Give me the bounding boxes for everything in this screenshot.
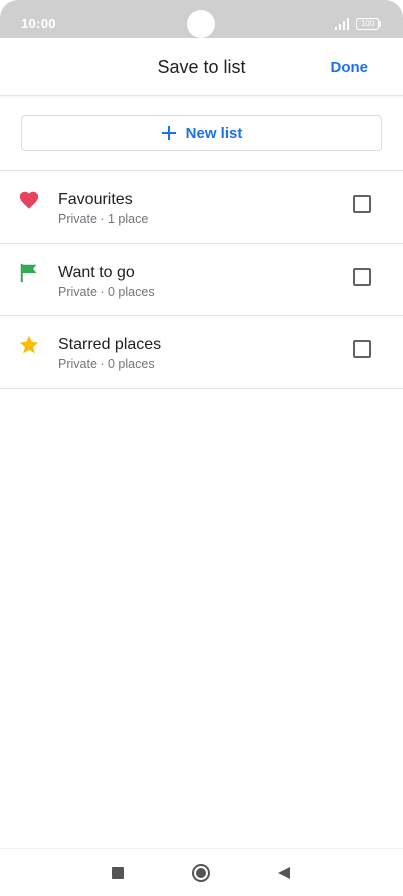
camera-notch xyxy=(187,10,215,38)
list-subtitle: Private · 0 places xyxy=(58,284,155,299)
back-icon[interactable] xyxy=(277,866,291,880)
recents-icon[interactable] xyxy=(112,867,124,879)
done-button[interactable]: Done xyxy=(331,59,369,76)
list-item-favourites[interactable]: Favourites Private · 1 place xyxy=(0,171,403,244)
list-title: Favourites xyxy=(58,191,133,208)
signal-icon xyxy=(335,18,349,30)
list-subtitle: Private · 0 places xyxy=(58,357,155,371)
flag-icon xyxy=(20,263,37,282)
list-title: Want to go xyxy=(58,263,135,281)
battery-level: 100 xyxy=(360,19,375,28)
checkbox-starred-places[interactable] xyxy=(353,340,371,358)
status-bar: 10:00 100 xyxy=(0,0,403,38)
status-time: 10:00 xyxy=(21,16,56,31)
plus-icon xyxy=(161,126,176,140)
list-item-want-to-go[interactable]: Want to go Private · 0 places xyxy=(0,244,403,316)
saved-lists: Favourites Private · 1 place Want to go … xyxy=(0,170,403,389)
app-header: Save to list Done xyxy=(0,38,403,96)
star-icon xyxy=(19,335,39,354)
list-subtitle: Private · 1 place xyxy=(58,212,149,226)
home-icon[interactable] xyxy=(192,864,210,882)
checkbox-favourites[interactable] xyxy=(353,195,371,213)
heart-icon xyxy=(19,191,39,209)
navigation-bar xyxy=(0,848,403,896)
checkbox-want-to-go[interactable] xyxy=(353,267,371,286)
new-list-label: New list xyxy=(185,124,243,142)
list-item-starred-places[interactable]: Starred places Private · 0 places xyxy=(0,316,403,389)
new-list-button[interactable]: New list xyxy=(21,115,382,151)
list-title: Starred places xyxy=(58,336,162,353)
